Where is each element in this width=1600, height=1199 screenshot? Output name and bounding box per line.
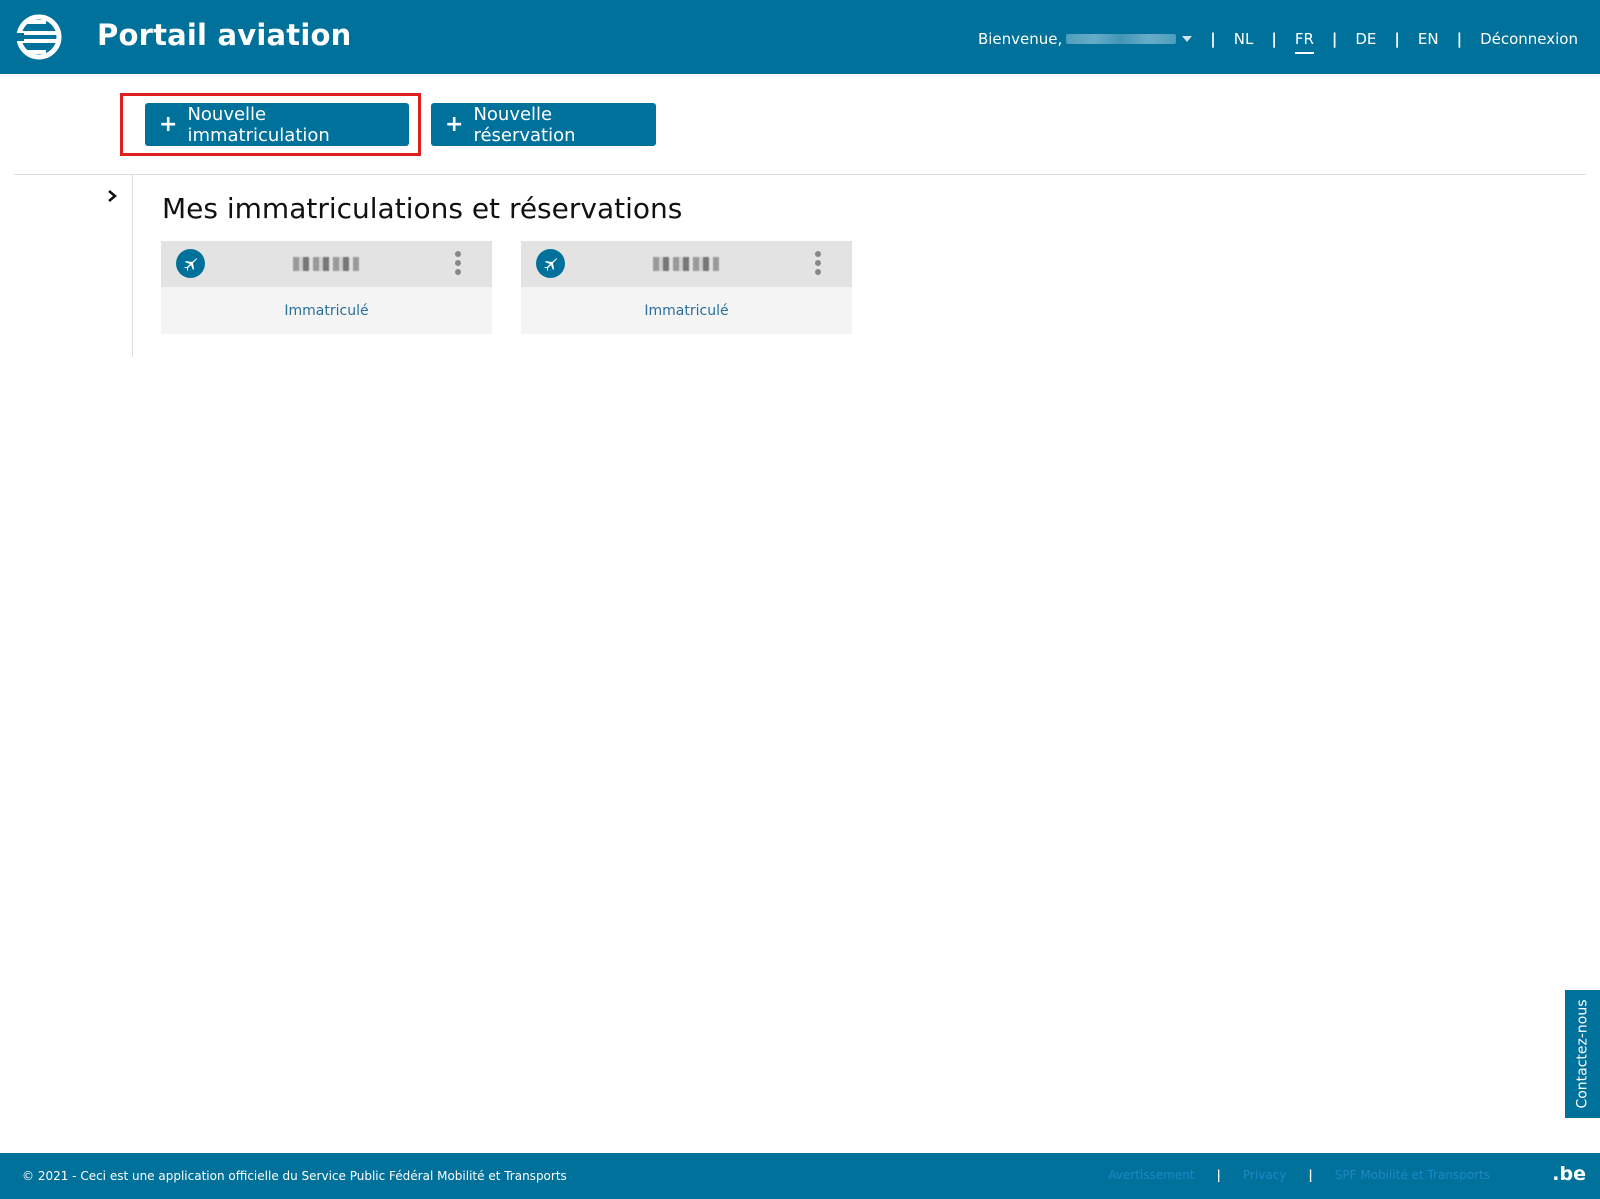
more-options-icon[interactable] — [814, 251, 822, 277]
nav-separator: | — [1210, 30, 1216, 48]
registration-redacted — [293, 257, 359, 271]
nav-separator: | — [1394, 30, 1400, 48]
nav-separator: | — [1456, 30, 1463, 48]
app-title: Portail aviation — [97, 18, 352, 52]
top-nav-links: Bienvenue, | NL | FR | DE | EN | Déconne… — [977, 28, 1578, 54]
welcome-label: Bienvenue, — [977, 30, 1063, 48]
user-name-redacted — [1066, 34, 1177, 44]
aircraft-card[interactable]: Immatriculé — [161, 241, 492, 334]
be-logo[interactable]: .be — [1552, 1163, 1586, 1185]
card-header — [161, 241, 492, 287]
logout-link[interactable]: Déconnexion — [1480, 30, 1578, 48]
lang-nl-link[interactable]: NL — [1234, 30, 1254, 48]
airplane-icon — [536, 249, 565, 278]
nav-separator: | — [1271, 30, 1277, 48]
section-title: Mes immatriculations et réservations — [162, 192, 683, 225]
plus-icon: + — [445, 111, 464, 137]
card-status: Immatriculé — [284, 303, 369, 319]
footer-link-privacy[interactable]: Privacy — [1243, 1168, 1286, 1182]
new-reservation-button[interactable]: + Nouvelle réservation — [431, 103, 656, 146]
aircraft-card[interactable]: Immatriculé — [521, 241, 852, 334]
contact-us-tab[interactable]: Contactez-nous — [1565, 990, 1600, 1118]
more-options-icon[interactable] — [454, 251, 462, 277]
airplane-icon — [176, 249, 205, 278]
globe-logo-icon[interactable] — [14, 12, 64, 62]
footer-separator: | — [1308, 1168, 1313, 1182]
new-reservation-label: Nouvelle réservation — [473, 103, 576, 146]
plus-icon: + — [159, 111, 178, 137]
footer-copyright: © 2021 - Ceci est une application offici… — [22, 1169, 567, 1183]
user-menu[interactable]: Bienvenue, — [977, 30, 1193, 48]
lang-fr-link[interactable]: FR — [1294, 30, 1314, 54]
chevron-right-icon[interactable] — [104, 188, 120, 204]
card-header — [521, 241, 852, 287]
footer: © 2021 - Ceci est une application offici… — [0, 1153, 1600, 1199]
sidebar-divider — [132, 175, 133, 357]
new-registration-button[interactable]: + Nouvelle immatriculation — [145, 103, 409, 146]
divider — [14, 174, 1586, 175]
footer-link-spf[interactable]: SPF Mobilité et Transports — [1335, 1168, 1490, 1182]
contact-us-label: Contactez-nous — [1574, 999, 1591, 1109]
chevron-down-icon — [1182, 36, 1193, 42]
new-registration-label: Nouvelle immatriculation — [187, 103, 330, 146]
footer-link-disclaimer[interactable]: Avertissement — [1108, 1168, 1194, 1182]
lang-de-link[interactable]: DE — [1355, 30, 1376, 48]
footer-links: Avertissement | Privacy | SPF Mobilité e… — [1108, 1168, 1490, 1182]
card-status: Immatriculé — [644, 303, 729, 319]
nav-separator: | — [1331, 30, 1338, 48]
footer-separator: | — [1216, 1168, 1221, 1182]
lang-en-link[interactable]: EN — [1418, 30, 1439, 48]
top-navigation-bar: Portail aviation Bienvenue, | NL | FR | … — [0, 0, 1600, 74]
registration-redacted — [653, 257, 719, 271]
